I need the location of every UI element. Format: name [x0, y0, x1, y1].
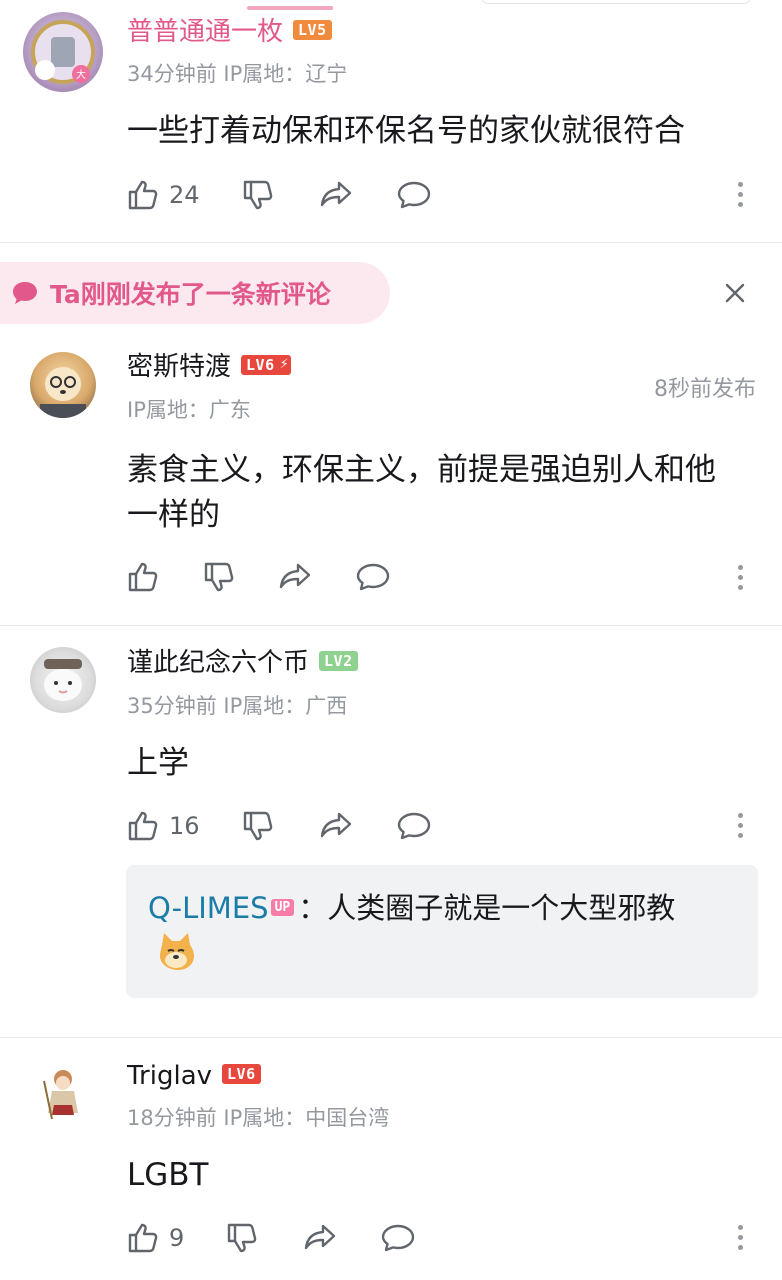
comment-text-line-2: 一样的: [127, 497, 220, 533]
avatar[interactable]: [30, 352, 96, 418]
dislike-button[interactable]: [240, 808, 276, 844]
comment-meta: 34分钟前 IP属地：辽宁: [127, 62, 348, 86]
comment-actions: 24: [125, 175, 432, 215]
dislike-button[interactable]: [240, 177, 276, 213]
comment-actions: [125, 557, 391, 597]
like-button[interactable]: 24: [125, 177, 200, 213]
like-icon: [128, 562, 158, 592]
comment-meta: 18分钟前 IP属地：中国台湾: [127, 1106, 390, 1130]
avatar[interactable]: [30, 1061, 96, 1127]
reply-button[interactable]: [396, 177, 432, 213]
like-button[interactable]: [125, 559, 161, 595]
like-count: 16: [169, 812, 200, 840]
comment-text: LGBT: [127, 1157, 209, 1193]
username[interactable]: 普普通通一枚 LV5: [127, 17, 332, 47]
share-icon: [279, 563, 311, 589]
banner-text: Ta刚刚发布了一条新评论: [50, 280, 331, 309]
reply-icon: [397, 181, 430, 209]
username-text[interactable]: 谨此纪念六个币: [127, 648, 309, 678]
dislike-icon: [204, 562, 234, 592]
dislike-icon: [228, 1223, 257, 1253]
avatar[interactable]: 大: [23, 12, 103, 92]
svg-text:大: 大: [76, 68, 86, 81]
username[interactable]: Triglav LV6: [127, 1061, 261, 1091]
divider: [0, 242, 782, 243]
close-icon: [725, 283, 745, 303]
avatar-image: [43, 1070, 78, 1120]
share-button[interactable]: [302, 1220, 338, 1256]
reply-button[interactable]: [355, 559, 391, 595]
more-icon[interactable]: [736, 565, 744, 595]
doge-emoji-icon: [154, 929, 198, 977]
new-comment-banner: Ta刚刚发布了一条新评论: [0, 262, 390, 324]
share-icon: [305, 1224, 336, 1250]
level-badge: LV6: [222, 1063, 261, 1084]
comment-meta: 35分钟前 IP属地：广西: [127, 694, 348, 718]
reply-icon: [356, 563, 390, 591]
username[interactable]: 谨此纪念六个币 LV2: [127, 648, 358, 678]
avatar-image: 大: [31, 20, 95, 84]
username-text[interactable]: Triglav: [127, 1061, 212, 1091]
dislike-icon: [243, 180, 272, 210]
level-badge: LV6: [241, 354, 280, 375]
top-search-edge: [480, 0, 752, 4]
like-count: 9: [169, 1224, 185, 1252]
level-badge: LV5: [293, 19, 332, 40]
reply-preview[interactable]: Q-LIMES UP ：人类圈子就是一个大型邪教: [126, 865, 758, 998]
avatar-image: [44, 659, 82, 701]
dislike-button[interactable]: [224, 1220, 260, 1256]
comment-meta: IP属地：广东: [127, 398, 251, 422]
avatar[interactable]: [30, 647, 96, 713]
share-icon: [320, 812, 351, 838]
dislike-button[interactable]: [201, 559, 237, 595]
reply-icon: [382, 1224, 415, 1252]
like-button[interactable]: 16: [125, 808, 200, 844]
avatar-image: [40, 367, 86, 418]
username-text[interactable]: 密斯特渡: [127, 352, 231, 382]
more-icon[interactable]: [736, 1225, 744, 1255]
reply-line: Q-LIMES UP ：人类圈子就是一个大型邪教: [148, 885, 675, 927]
level-badge: LV2: [319, 650, 358, 671]
comment-text: 一些打着动保和环保名号的家伙就很符合: [127, 113, 685, 149]
share-button[interactable]: [318, 177, 354, 213]
divider: [0, 1037, 782, 1038]
share-icon: [320, 181, 351, 207]
share-button[interactable]: [277, 559, 313, 595]
comment-text: 上学: [127, 745, 189, 781]
dislike-icon: [243, 811, 272, 841]
like-icon: [128, 811, 158, 841]
publish-time: 8秒前发布: [654, 377, 756, 402]
like-count: 24: [169, 181, 200, 209]
username-text[interactable]: 普普通通一枚: [127, 17, 283, 47]
reply-button[interactable]: [396, 808, 432, 844]
more-icon[interactable]: [736, 813, 744, 843]
reply-button[interactable]: [380, 1220, 416, 1256]
reply-icon: [397, 812, 430, 840]
comment-actions: 9: [125, 1218, 416, 1258]
lightning-icon: ⚡: [277, 354, 291, 375]
divider: [0, 625, 782, 626]
top-indicator: [247, 6, 333, 10]
like-button[interactable]: 9: [125, 1220, 184, 1256]
share-button[interactable]: [318, 808, 354, 844]
speech-bubble-icon: [13, 282, 37, 304]
up-badge: UP: [270, 898, 295, 916]
reply-username[interactable]: Q-LIMES: [148, 891, 269, 925]
username[interactable]: 密斯特渡 LV6 ⚡: [127, 352, 291, 382]
comment-actions: 16: [125, 806, 432, 846]
close-button[interactable]: [722, 280, 748, 310]
reply-text: ：人类圈子就是一个大型邪教: [298, 891, 676, 925]
like-icon: [128, 1223, 158, 1253]
more-icon[interactable]: [736, 182, 744, 212]
like-icon: [128, 180, 158, 210]
